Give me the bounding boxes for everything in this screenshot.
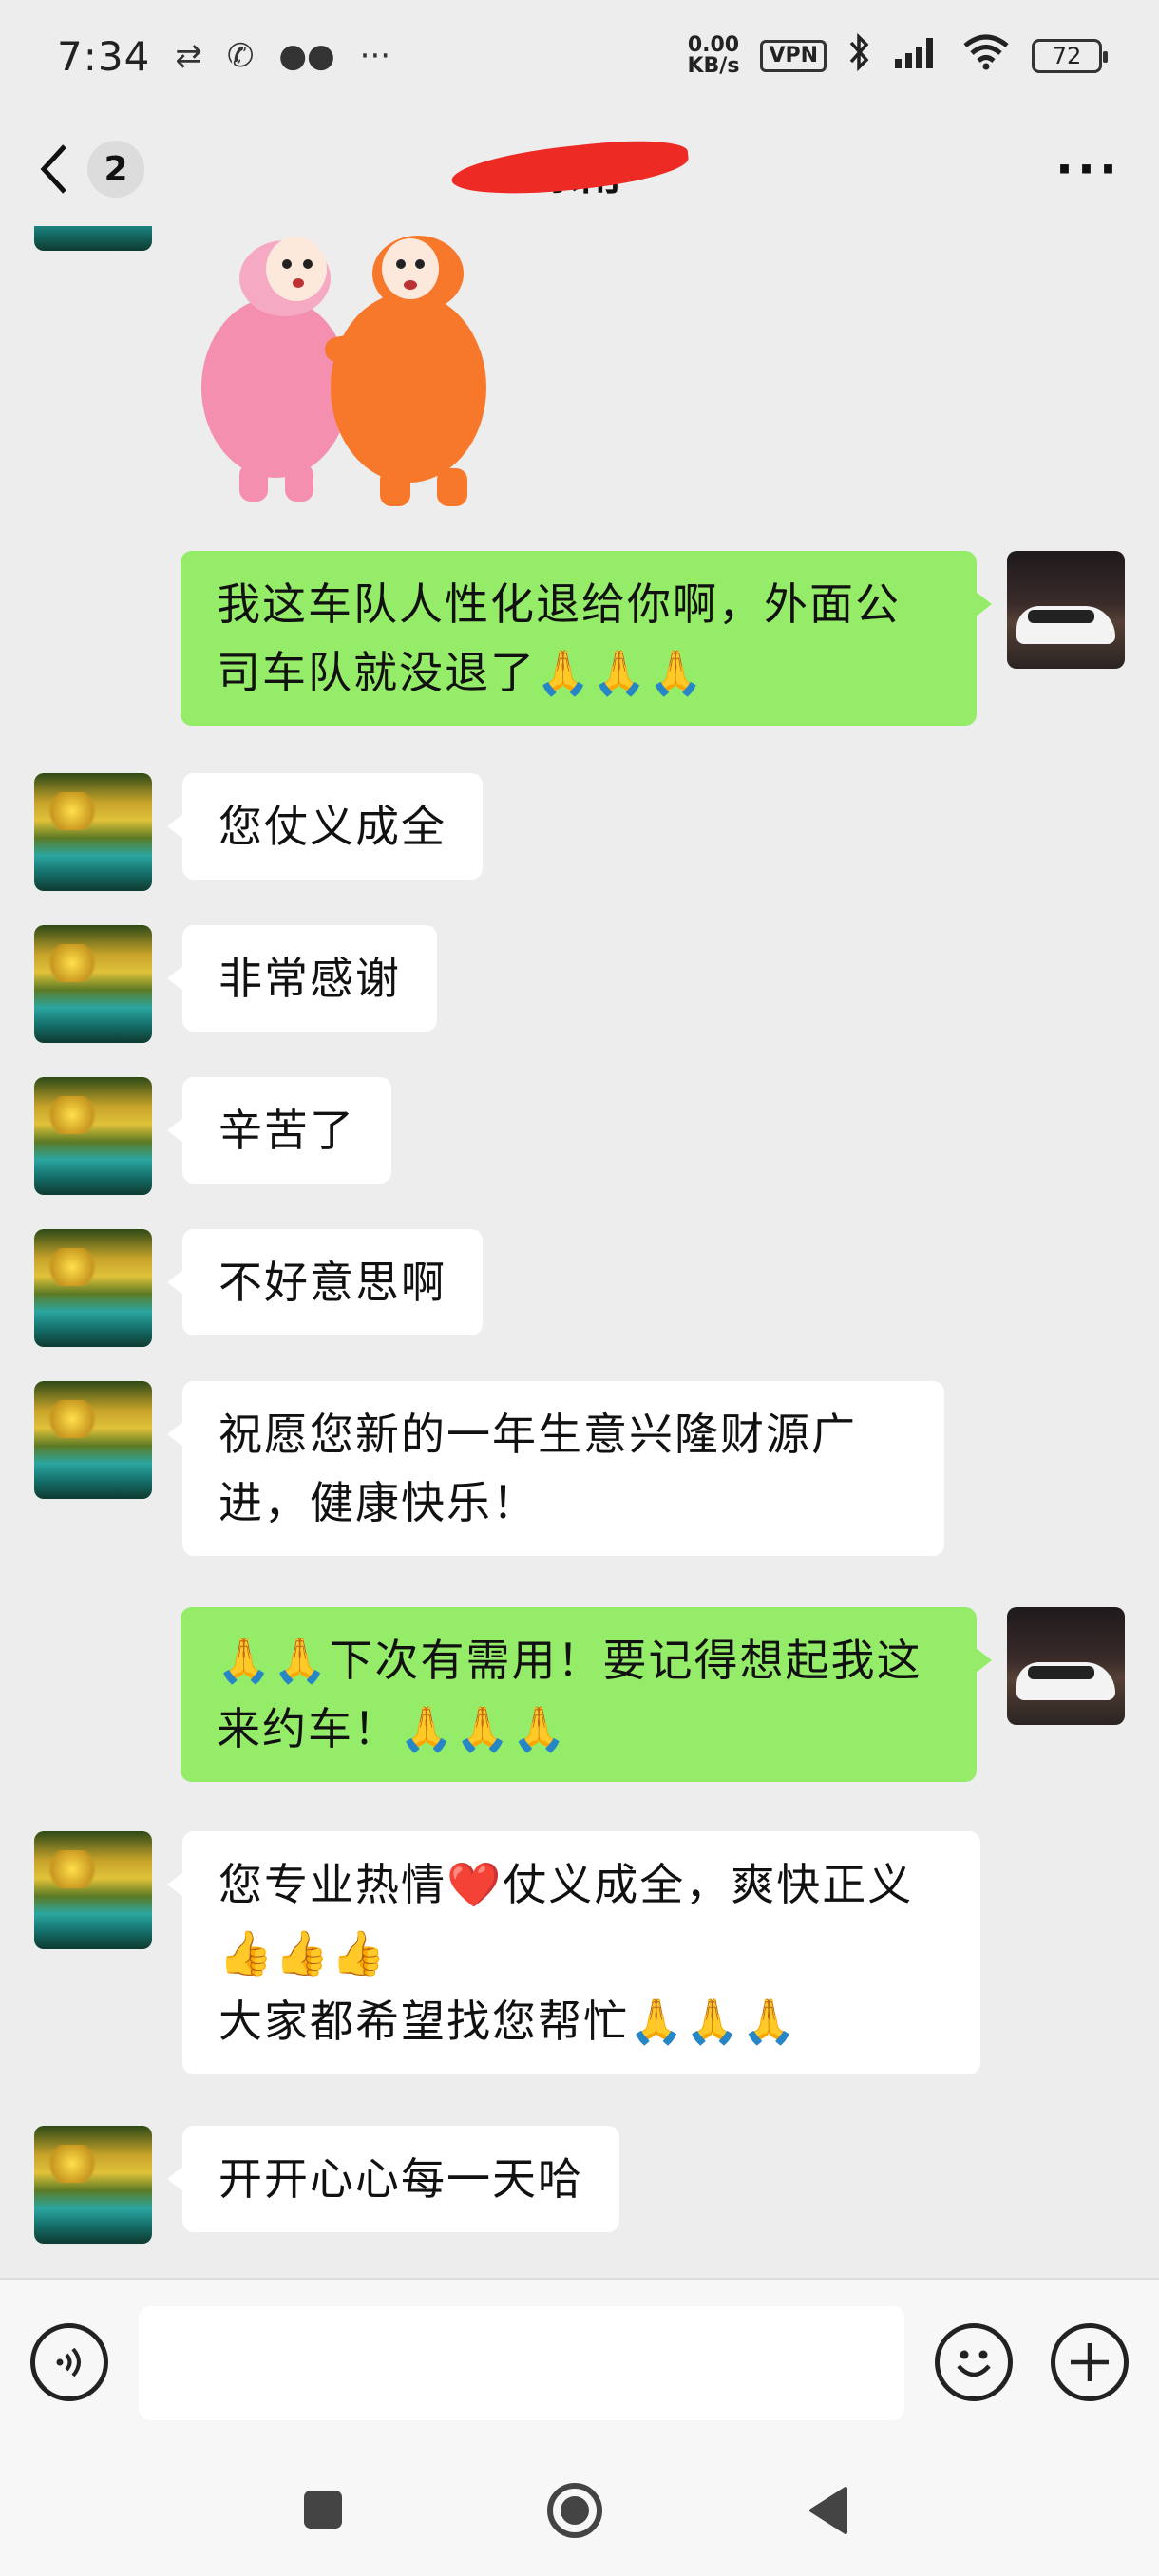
bluetooth-icon	[847, 32, 872, 80]
system-navigation-bar	[0, 2445, 1159, 2576]
chevron-left-icon	[38, 142, 70, 196]
network-speed: 0.00 KB/s	[687, 35, 739, 77]
incoming-message[interactable]: 辛苦了	[167, 1077, 391, 1184]
contact-avatar[interactable]	[34, 2126, 152, 2244]
contact-avatar[interactable]	[34, 1229, 152, 1347]
network-speed-unit: KB/s	[687, 54, 740, 78]
message-input[interactable]	[139, 2306, 904, 2420]
voice-icon	[56, 2347, 81, 2377]
incoming-message[interactable]: 祝愿您新的一年生意兴隆财源广进，健康快乐！	[167, 1381, 944, 1556]
square-icon	[304, 2491, 342, 2529]
wifi-icon	[961, 32, 1011, 80]
incoming-message[interactable]: 非常感谢	[167, 925, 437, 1032]
back-button[interactable]: 2	[38, 141, 144, 198]
whatsapp-icon: ✆	[226, 37, 255, 75]
sticker-message[interactable]	[190, 236, 570, 511]
more-options-button[interactable]: ···	[1055, 142, 1121, 197]
outgoing-message[interactable]: 🙏🙏下次有需用！要记得想起我这来约车！🙏🙏🙏	[180, 1607, 992, 1782]
battery-icon: 72	[1032, 39, 1108, 73]
contact-avatar[interactable]	[34, 1077, 152, 1195]
incoming-message[interactable]: 您仗义成全	[167, 773, 483, 880]
back-nav-button[interactable]	[808, 2485, 849, 2540]
signal-icon	[893, 34, 940, 78]
contact-avatar[interactable]	[34, 1381, 152, 1499]
more-notifications-icon: ···	[359, 37, 391, 75]
unread-count-badge: 2	[87, 141, 144, 198]
voice-input-button[interactable]	[30, 2323, 108, 2401]
redaction-mark	[449, 134, 691, 202]
battery-level: 72	[1052, 43, 1082, 69]
incoming-message[interactable]: 开开心心每一天哈	[167, 2126, 619, 2232]
wechat-icon: ●●	[278, 37, 335, 75]
outgoing-message[interactable]: 我这车队人性化退给你啊，外面公司车队就没退了🙏🙏🙏	[180, 551, 992, 726]
message-list[interactable]: 我这车队人性化退给你啊，外面公司车队就没退了🙏🙏🙏 您仗义成全 非常感谢 辛苦了…	[0, 226, 1159, 2278]
smiley-icon	[957, 2350, 991, 2377]
status-time: 7:34	[57, 32, 151, 80]
more-dots-icon: ···	[1055, 142, 1121, 197]
contact-avatar[interactable]	[34, 1831, 152, 1949]
my-avatar[interactable]	[1007, 1607, 1125, 1725]
network-speed-value: 0.00	[687, 33, 740, 57]
circle-icon	[547, 2483, 602, 2538]
chat-header: 2 东南 ···	[0, 112, 1159, 226]
vpn-badge: VPN	[760, 40, 826, 72]
contact-avatar[interactable]	[34, 773, 152, 891]
my-avatar[interactable]	[1007, 551, 1125, 669]
input-bar	[0, 2278, 1159, 2445]
incoming-message[interactable]: 您专业热情❤️仗义成全，爽快正义👍👍👍 大家都希望找您帮忙🙏🙏🙏	[167, 1831, 980, 2074]
triangle-back-icon	[809, 2487, 847, 2534]
incoming-message[interactable]: 不好意思啊	[167, 1229, 483, 1335]
status-bar: 7:34 ⇄ ✆ ●● ··· 0.00 KB/s VPN 72	[0, 0, 1159, 112]
recent-apps-button[interactable]	[302, 2489, 344, 2534]
emoji-button[interactable]	[935, 2323, 1013, 2401]
contact-avatar[interactable]	[34, 925, 152, 1043]
more-functions-button[interactable]	[1051, 2323, 1129, 2401]
data-transfer-icon: ⇄	[175, 37, 202, 75]
home-button[interactable]	[545, 2481, 604, 2544]
contact-avatar[interactable]	[34, 226, 152, 251]
plus-icon	[1071, 2343, 1109, 2381]
